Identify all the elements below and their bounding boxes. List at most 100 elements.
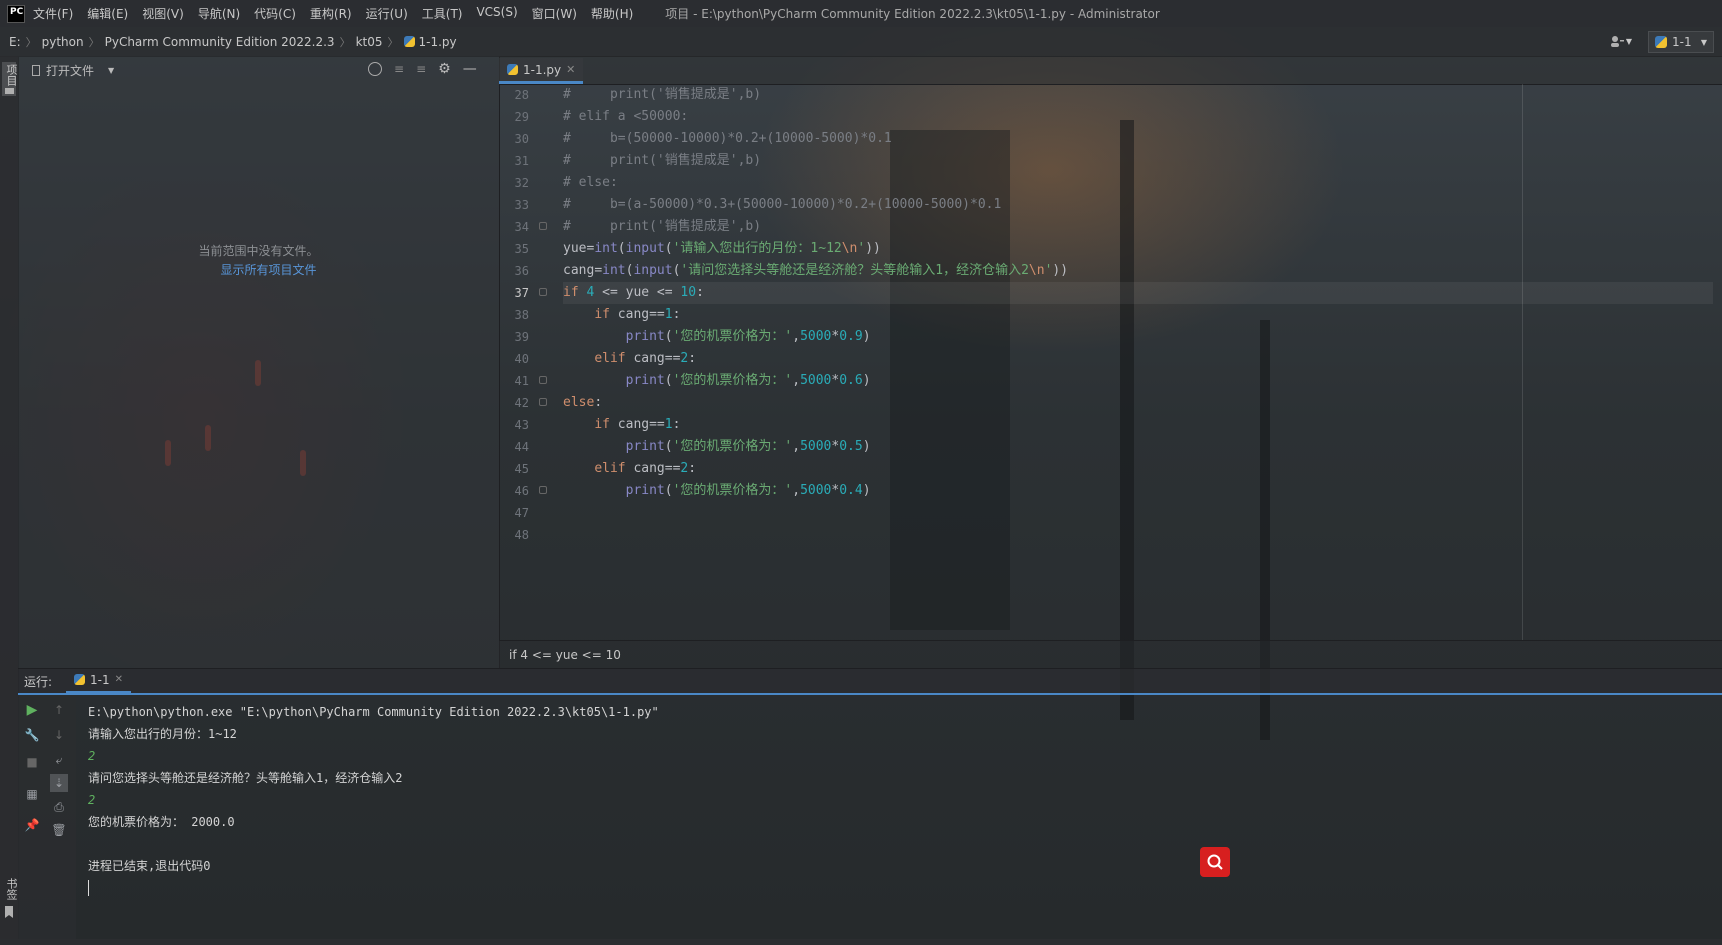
line-number: 36 [514, 264, 529, 278]
menu-item[interactable]: 导航(N) [198, 5, 240, 22]
code-line[interactable]: if cang==1: [563, 304, 1713, 326]
code-line[interactable]: # print('销售提成是',b) [563, 216, 1713, 238]
scroll-to-end-icon[interactable]: ⇣ [50, 774, 68, 792]
search-icon [1207, 854, 1223, 870]
code-line[interactable]: # b=(50000-10000)*0.2+(10000-5000)*0.1 [563, 128, 1713, 150]
breadcrumb-item[interactable]: 1-1.py [419, 35, 457, 49]
code-line[interactable]: print('您的机票价格为：',5000*0.5) [563, 436, 1713, 458]
collapse-all-icon[interactable]: ≡ [416, 62, 426, 76]
menu-item[interactable]: 帮助(H) [591, 5, 633, 22]
code-line[interactable]: else: [563, 392, 1713, 414]
project-panel-toolbar: 打开文件 ▼ ≡ ≡ ⚙ — [18, 56, 499, 84]
line-number: 45 [514, 462, 529, 476]
close-icon[interactable]: ✕ [115, 674, 123, 685]
code-line[interactable]: # else: [563, 172, 1713, 194]
bookmarks-tool-label: 书签 [5, 878, 18, 900]
code-line[interactable]: if cang==1: [563, 414, 1713, 436]
editor-tab[interactable]: 1-1.py ✕ [499, 58, 584, 84]
expand-all-icon[interactable]: ≡ [394, 62, 404, 76]
breadcrumb-separator-icon: 〉 [339, 35, 351, 49]
code-line[interactable] [563, 502, 1713, 524]
run-panel-header: 运行: 1-1 ✕ [18, 668, 1722, 695]
line-number: 37 [499, 282, 557, 304]
python-file-icon [507, 64, 518, 75]
menu-item[interactable]: VCS(S) [476, 5, 517, 22]
locate-icon[interactable] [368, 62, 382, 76]
run-config-label: 1-1 [1672, 35, 1692, 49]
line-number: 34 [499, 216, 557, 238]
menu-item[interactable]: 代码(C) [254, 5, 296, 22]
print-icon[interactable]: ⎙ [50, 798, 68, 816]
scope-label: 打开文件 [46, 63, 95, 78]
line-number: 43 [514, 418, 529, 432]
line-number-gutter[interactable]: 28 29 30 31 32 33 34 35 36 37 38 39 40 41 42 43 44 45 46 47… [499, 84, 557, 640]
run-config-selector[interactable]: 1-1 ▼ [1648, 31, 1714, 53]
menu-items: 文件(F) 编辑(E) 视图(V) 导航(N) 代码(C) 重构(R) 运行(U) 工具(T)… [33, 5, 647, 22]
run-tab-label: 1-1 [90, 672, 110, 687]
breadcrumb-separator-icon: 〉 [25, 35, 37, 49]
soft-wrap-icon[interactable]: ⤶ [50, 751, 68, 769]
line-number: 47 [514, 506, 529, 520]
trash-icon[interactable]: 🗑 [50, 821, 68, 839]
editor-tabbar: 1-1.py ✕ [499, 56, 1722, 85]
project-tool-button[interactable]: 项目 [2, 62, 18, 96]
menu-item[interactable]: 编辑(E) [87, 5, 128, 22]
arrow-up-icon[interactable]: ↑ [50, 701, 68, 719]
code-line[interactable]: elif cang==2: [563, 348, 1713, 370]
layout-icon[interactable]: ▦ [23, 785, 41, 803]
bookmark-icon [5, 906, 13, 918]
line-number: 40 [514, 352, 529, 366]
breadcrumb-item[interactable]: E: [9, 35, 21, 49]
stop-icon[interactable]: ■ [23, 753, 41, 771]
breadcrumb-item[interactable]: PyCharm Community Edition 2022.2.3 [105, 35, 335, 49]
panel-actions: ≡ ≡ ⚙ — [368, 61, 477, 77]
menu-item[interactable]: 文件(F) [33, 5, 73, 22]
menu-item[interactable]: 运行(U) [366, 5, 408, 22]
code-area[interactable]: # print('销售提成是',b) # elif a <50000: # b=(5… [563, 84, 1713, 640]
code-line[interactable]: elif cang==2: [563, 458, 1713, 480]
wrench-icon[interactable]: 🔧 [23, 726, 41, 744]
code-line[interactable]: yue=int(input('请输入您出行的月份：1~12\n')) [563, 238, 1713, 260]
code-line[interactable]: print('您的机票价格为：',5000*0.4) [563, 480, 1713, 502]
close-icon[interactable]: ✕ [566, 63, 575, 76]
line-number: 42 [499, 392, 557, 414]
menu-item[interactable]: 重构(R) [310, 5, 352, 22]
code-line[interactable]: print('您的机票价格为：',5000*0.9) [563, 326, 1713, 348]
breadcrumb-item[interactable]: kt05 [356, 35, 383, 49]
rerun-icon[interactable]: ▶ [23, 701, 41, 719]
arrow-down-icon[interactable]: ↓ [50, 726, 68, 744]
hide-panel-icon[interactable]: — [463, 61, 477, 77]
python-icon [1655, 36, 1667, 48]
breadcrumb-separator-icon: 〉 [88, 35, 100, 49]
code-line[interactable]: cang=int(input('请问您选择头等舱还是经济舱？头等舱输入1，经济仓… [563, 260, 1713, 282]
code-line[interactable]: if 4 <= yue <= 10: [563, 282, 1713, 304]
code-line[interactable]: print('您的机票价格为：',5000*0.6) [563, 370, 1713, 392]
code-line[interactable]: # b=(a-50000)*0.3+(50000-10000)*0.2+(100… [563, 194, 1713, 216]
code-line[interactable]: # print('销售提成是',b) [563, 150, 1713, 172]
fold-icon[interactable] [539, 486, 547, 494]
fold-icon[interactable] [539, 222, 547, 230]
gear-icon[interactable]: ⚙ [438, 61, 451, 77]
nav-right-toolbar: ▼ 1-1 ▼ [1610, 31, 1714, 53]
fold-icon[interactable] [539, 398, 547, 406]
run-tab[interactable]: 1-1 ✕ [66, 669, 132, 694]
menu-item[interactable]: 视图(V) [142, 5, 184, 22]
menu-item[interactable]: 工具(T) [422, 5, 463, 22]
bookmarks-tool-button[interactable]: 书签 [2, 876, 18, 920]
search-button[interactable] [1200, 847, 1230, 877]
editor-breadcrumb[interactable]: if 4 <= yue <= 10 [499, 640, 1722, 668]
line-number: 32 [514, 176, 529, 190]
menu-item[interactable]: 窗口(W) [532, 5, 577, 22]
code-line[interactable]: # elif a <50000: [563, 106, 1713, 128]
user-button[interactable]: ▼ [1610, 31, 1640, 51]
scope-selector[interactable]: 打开文件 ▼ [32, 62, 114, 79]
code-line[interactable]: # print('销售提成是',b) [563, 84, 1713, 106]
fold-icon[interactable] [539, 376, 547, 384]
show-all-files-link[interactable]: 显示所有项目文件 [28, 261, 509, 278]
breadcrumb-item[interactable]: python [42, 35, 84, 49]
pin-icon[interactable]: 📌 [23, 816, 41, 834]
line-number: 31 [514, 154, 529, 168]
fold-icon[interactable] [539, 288, 547, 296]
console-output[interactable]: E:\python\python.exe "E:\python\PyCharm … [88, 695, 1688, 945]
code-line[interactable] [563, 524, 1713, 546]
